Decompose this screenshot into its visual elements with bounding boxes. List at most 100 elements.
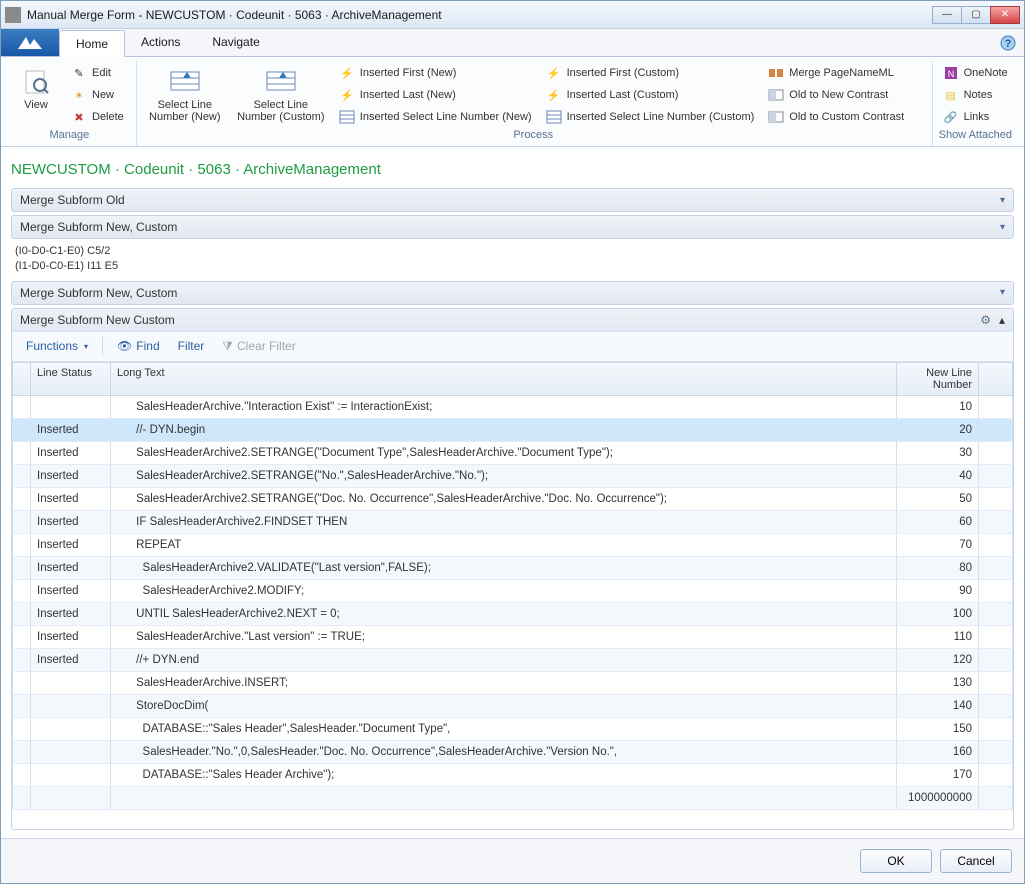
row-handle[interactable] [13, 786, 31, 809]
cell-trail[interactable] [979, 418, 1013, 441]
row-handle[interactable] [13, 717, 31, 740]
cell-num[interactable]: 50 [897, 487, 979, 510]
help-icon[interactable]: ? [1000, 35, 1016, 51]
cell-text[interactable]: DATABASE::"Sales Header",SalesHeader."Do… [111, 717, 897, 740]
panel-merge-subform-new-custom-2[interactable]: Merge Subform New, Custom ▾ [11, 281, 1014, 305]
table-row[interactable]: Inserted UNTIL SalesHeaderArchive2.NEXT … [13, 602, 1013, 625]
delete-button[interactable]: ✖Delete [67, 107, 128, 127]
tab-navigate[interactable]: Navigate [196, 29, 275, 56]
cell-status[interactable]: Inserted [31, 533, 111, 556]
cell-num[interactable]: 40 [897, 464, 979, 487]
cell-status[interactable]: Inserted [31, 602, 111, 625]
panel-merge-subform-new-custom-1[interactable]: Merge Subform New, Custom ▾ [11, 215, 1014, 239]
cell-num[interactable]: 90 [897, 579, 979, 602]
find-button[interactable]: 👁Find [109, 336, 168, 356]
cell-trail[interactable] [979, 510, 1013, 533]
cell-text[interactable]: //+ DYN.end [111, 648, 897, 671]
table-row[interactable]: Inserted IF SalesHeaderArchive2.FINDSET … [13, 510, 1013, 533]
table-row[interactable]: Inserted SalesHeaderArchive."Last versio… [13, 625, 1013, 648]
table-row[interactable]: Inserted //- DYN.begin20 [13, 418, 1013, 441]
row-handle[interactable] [13, 533, 31, 556]
cell-status[interactable] [31, 717, 111, 740]
merge-pagenameml-button[interactable]: Merge PageNameML [764, 63, 908, 83]
cell-num[interactable]: 160 [897, 740, 979, 763]
cell-num[interactable]: 80 [897, 556, 979, 579]
cell-text[interactable]: SalesHeaderArchive."Last version" := TRU… [111, 625, 897, 648]
row-handle[interactable] [13, 625, 31, 648]
cell-status[interactable]: Inserted [31, 487, 111, 510]
cell-text[interactable]: //- DYN.begin [111, 418, 897, 441]
row-handle[interactable] [13, 464, 31, 487]
close-button[interactable]: ✕ [990, 6, 1020, 24]
col-header-text[interactable]: Long Text [111, 362, 897, 395]
col-header-handle[interactable] [13, 362, 31, 395]
panel-merge-subform-old[interactable]: Merge Subform Old ▾ [11, 188, 1014, 212]
select-line-new-button[interactable]: Select Line Number (New) [143, 63, 227, 127]
table-row[interactable]: DATABASE::"Sales Header",SalesHeader."Do… [13, 717, 1013, 740]
row-handle[interactable] [13, 763, 31, 786]
cell-num[interactable]: 10 [897, 395, 979, 418]
clear-filter-button[interactable]: ⧩Clear Filter [214, 336, 303, 357]
ok-button[interactable]: OK [860, 849, 932, 873]
cell-num[interactable]: 70 [897, 533, 979, 556]
table-row[interactable]: Inserted SalesHeaderArchive2.SETRANGE("D… [13, 487, 1013, 510]
table-row[interactable]: Inserted SalesHeaderArchive2.SETRANGE("N… [13, 464, 1013, 487]
cell-num[interactable]: 130 [897, 671, 979, 694]
col-header-num[interactable]: New Line Number [897, 362, 979, 395]
table-row[interactable]: Inserted SalesHeaderArchive2.MODIFY;90 [13, 579, 1013, 602]
cell-trail[interactable] [979, 625, 1013, 648]
select-line-custom-button[interactable]: Select Line Number (Custom) [233, 63, 329, 127]
table-row[interactable]: 1000000000 [13, 786, 1013, 809]
col-header-status[interactable]: Line Status [31, 362, 111, 395]
cell-status[interactable]: Inserted [31, 579, 111, 602]
cell-num[interactable]: 140 [897, 694, 979, 717]
cell-text[interactable]: REPEAT [111, 533, 897, 556]
functions-button[interactable]: Functions▾ [18, 336, 96, 356]
table-row[interactable]: DATABASE::"Sales Header Archive");170 [13, 763, 1013, 786]
cell-trail[interactable] [979, 487, 1013, 510]
edit-button[interactable]: ✎Edit [67, 63, 128, 83]
panel-header[interactable]: Merge Subform New Custom ⚙ ▴ [12, 309, 1013, 332]
row-handle[interactable] [13, 579, 31, 602]
cell-status[interactable]: Inserted [31, 556, 111, 579]
inserted-select-new-button[interactable]: Inserted Select Line Number (New) [335, 107, 536, 127]
inserted-first-custom-button[interactable]: ⚡Inserted First (Custom) [542, 63, 759, 83]
app-menu-button[interactable] [1, 29, 59, 56]
cell-trail[interactable] [979, 579, 1013, 602]
cell-text[interactable]: UNTIL SalesHeaderArchive2.NEXT = 0; [111, 602, 897, 625]
cell-status[interactable]: Inserted [31, 441, 111, 464]
cell-trail[interactable] [979, 763, 1013, 786]
inserted-last-new-button[interactable]: ⚡Inserted Last (New) [335, 85, 536, 105]
minimize-button[interactable]: — [932, 6, 962, 24]
cell-status[interactable]: Inserted [31, 418, 111, 441]
cell-trail[interactable] [979, 464, 1013, 487]
view-button[interactable]: View [11, 63, 61, 127]
cell-text[interactable]: IF SalesHeaderArchive2.FINDSET THEN [111, 510, 897, 533]
cell-text[interactable]: SalesHeader."No.",0,SalesHeader."Doc. No… [111, 740, 897, 763]
data-grid[interactable]: Line Status Long Text New Line Number Sa… [12, 362, 1013, 829]
cell-status[interactable] [31, 786, 111, 809]
table-row[interactable]: Inserted REPEAT70 [13, 533, 1013, 556]
row-handle[interactable] [13, 671, 31, 694]
cell-num[interactable]: 120 [897, 648, 979, 671]
cell-status[interactable] [31, 671, 111, 694]
cell-trail[interactable] [979, 533, 1013, 556]
table-row[interactable]: SalesHeaderArchive.INSERT;130 [13, 671, 1013, 694]
cell-trail[interactable] [979, 395, 1013, 418]
cell-text[interactable]: SalesHeaderArchive2.MODIFY; [111, 579, 897, 602]
cell-num[interactable]: 60 [897, 510, 979, 533]
notes-button[interactable]: ▤Notes [939, 85, 1012, 105]
cell-text[interactable]: SalesHeaderArchive2.VALIDATE("Last versi… [111, 556, 897, 579]
cell-trail[interactable] [979, 441, 1013, 464]
row-handle[interactable] [13, 556, 31, 579]
cell-num[interactable]: 110 [897, 625, 979, 648]
cell-trail[interactable] [979, 786, 1013, 809]
cell-status[interactable]: Inserted [31, 648, 111, 671]
row-handle[interactable] [13, 395, 31, 418]
tab-actions[interactable]: Actions [125, 29, 196, 56]
cell-num[interactable]: 1000000000 [897, 786, 979, 809]
cell-num[interactable]: 20 [897, 418, 979, 441]
old-to-custom-contrast-button[interactable]: Old to Custom Contrast [764, 107, 908, 127]
cell-status[interactable]: Inserted [31, 464, 111, 487]
cell-text[interactable]: SalesHeaderArchive2.SETRANGE("Doc. No. O… [111, 487, 897, 510]
